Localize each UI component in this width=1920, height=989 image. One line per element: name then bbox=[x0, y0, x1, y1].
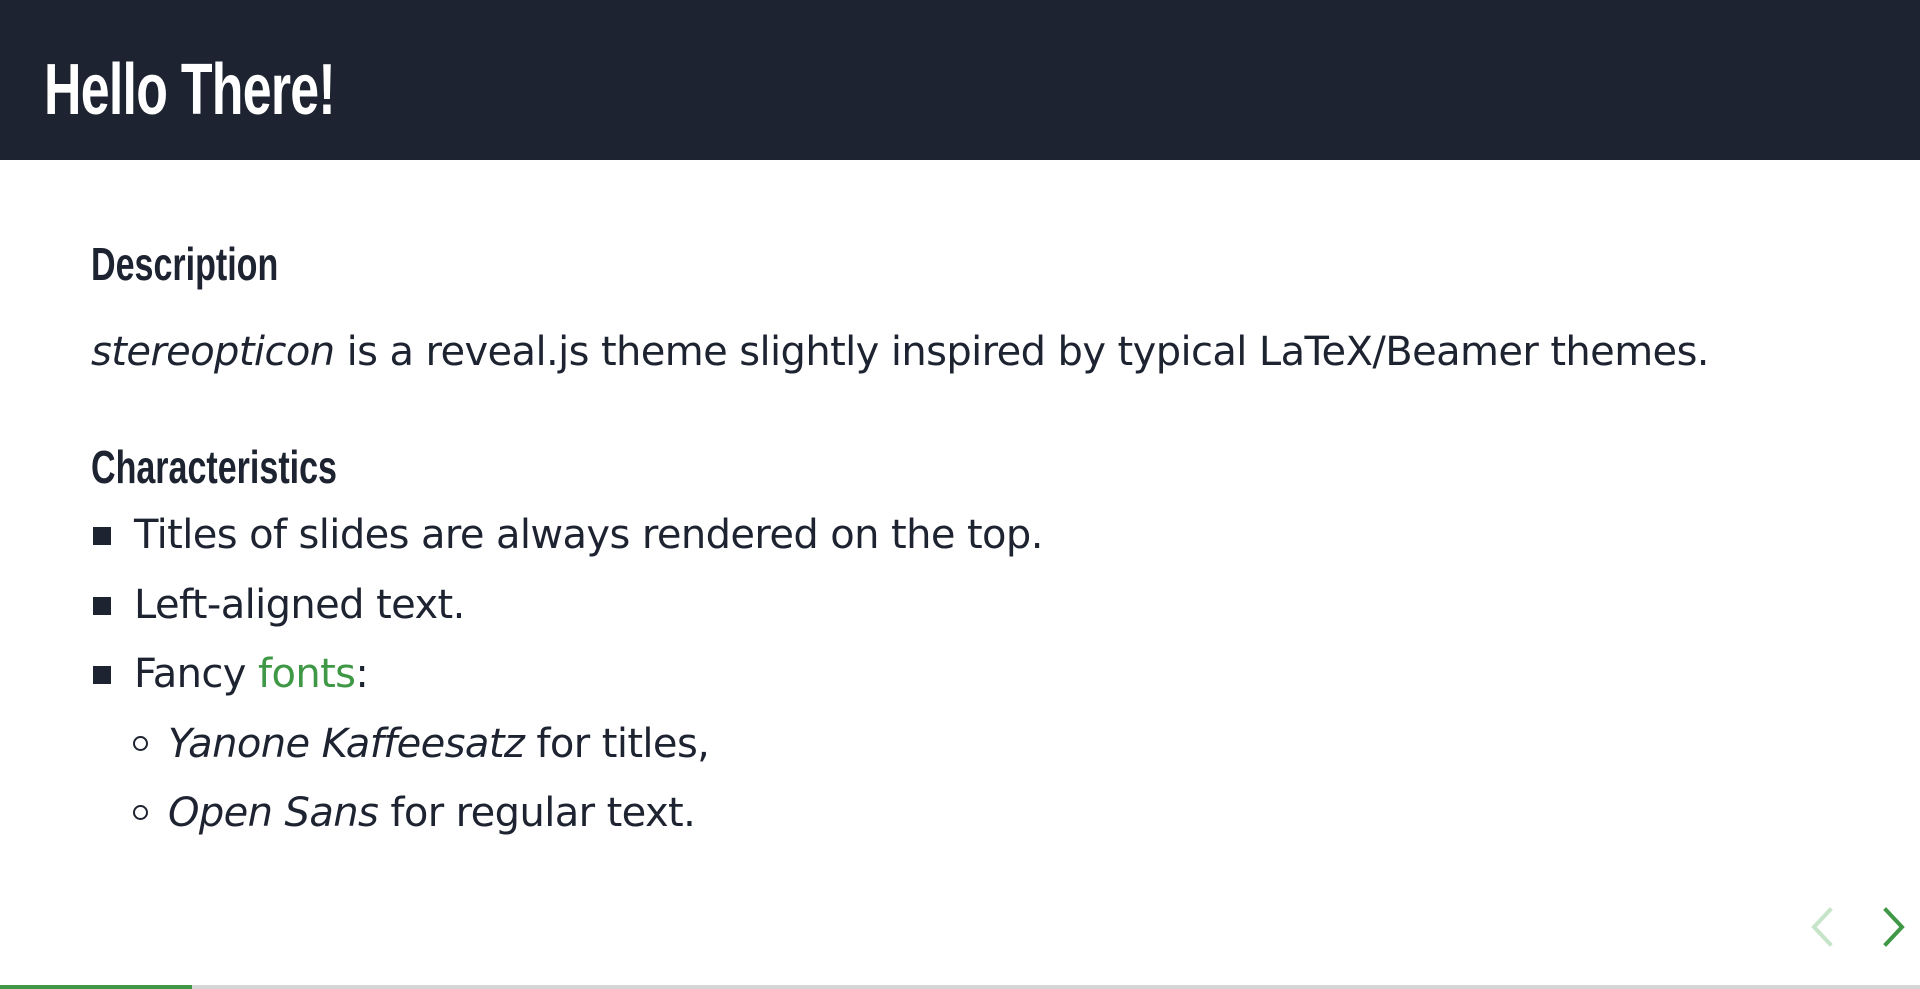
font-usage: for titles, bbox=[524, 721, 710, 767]
characteristics-heading: Characteristics bbox=[91, 441, 337, 493]
fonts-link[interactable]: fonts bbox=[258, 651, 356, 697]
sub-list-item-text: Yanone Kaffeesatz for titles, bbox=[168, 714, 710, 774]
square-bullet-icon bbox=[93, 666, 111, 684]
list-item-text-before: Fancy bbox=[134, 651, 258, 697]
list-item-text-after: : bbox=[355, 651, 369, 697]
circle-bullet-icon bbox=[133, 805, 148, 820]
square-bullet-icon bbox=[93, 527, 111, 545]
sub-list-item-text: Open Sans for regular text. bbox=[168, 783, 696, 843]
slide-header: Hello There! bbox=[0, 0, 1920, 160]
description-text: stereopticon is a reveal.js theme slight… bbox=[91, 322, 1710, 382]
chevron-left-icon bbox=[1811, 907, 1833, 947]
square-bullet-icon bbox=[93, 597, 111, 615]
progress-fill bbox=[0, 985, 192, 989]
description-heading: Description bbox=[91, 238, 279, 290]
prev-slide-button[interactable] bbox=[1802, 902, 1842, 952]
list-item-text: Fancy fonts: bbox=[134, 644, 369, 704]
list-item-text: Titles of slides are always rendered on … bbox=[134, 512, 1043, 558]
progress-bar[interactable] bbox=[0, 985, 1920, 989]
description-body: is a reveal.js theme slightly inspired b… bbox=[334, 329, 1710, 375]
chevron-right-icon bbox=[1883, 907, 1905, 947]
font-name: Open Sans bbox=[168, 790, 379, 836]
circle-bullet-icon bbox=[133, 736, 148, 751]
list-item-text: Left-aligned text. bbox=[134, 582, 465, 628]
description-emphasis: stereopticon bbox=[91, 329, 335, 375]
next-slide-button[interactable] bbox=[1874, 902, 1914, 952]
font-usage: for regular text. bbox=[378, 790, 696, 836]
slide-title: Hello There! bbox=[44, 50, 336, 130]
font-name: Yanone Kaffeesatz bbox=[168, 721, 525, 767]
